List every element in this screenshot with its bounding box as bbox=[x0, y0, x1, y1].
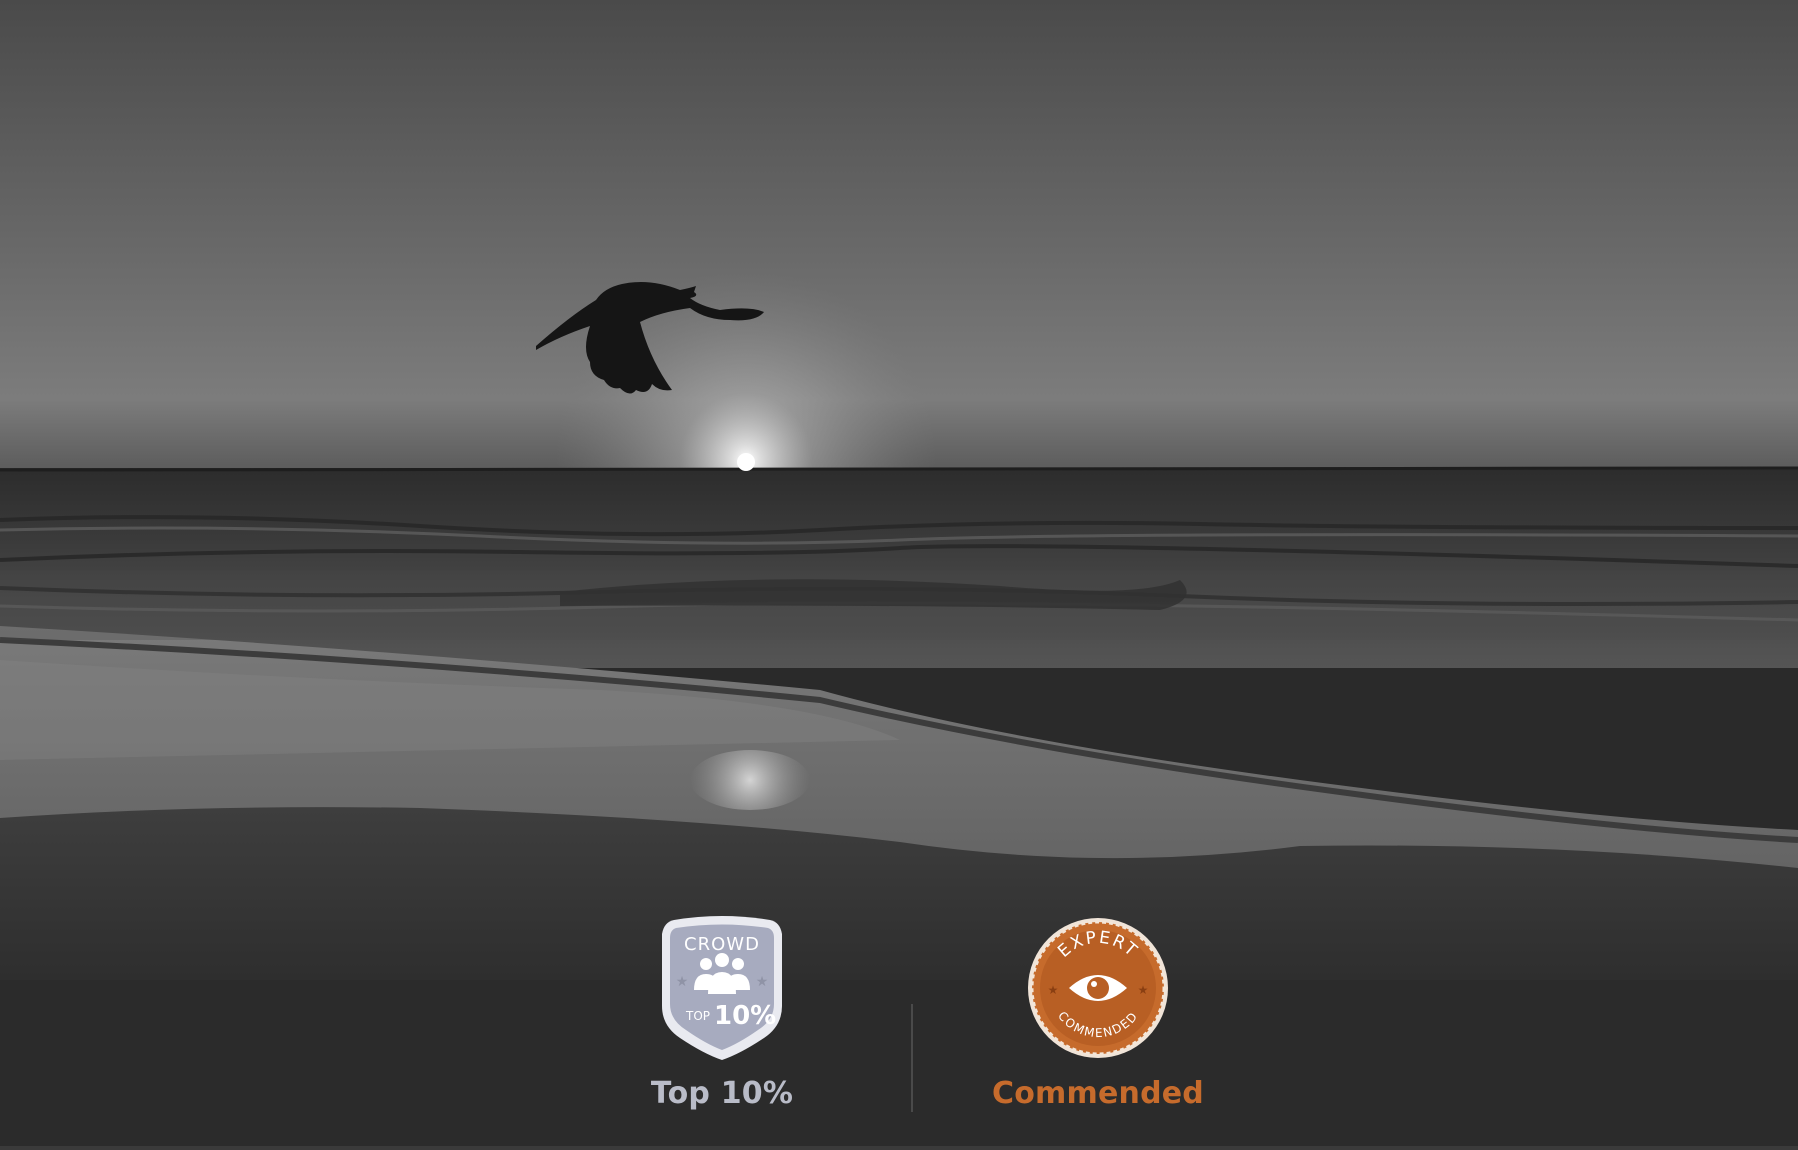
crowd-badge-big-text: 10% bbox=[714, 1001, 776, 1031]
crowd-badge-small-text: TOP bbox=[685, 1009, 710, 1023]
svg-text:★: ★ bbox=[756, 974, 769, 990]
beach-sunset-photo bbox=[0, 0, 1798, 980]
expert-award[interactable]: EXPERT COMMENDED ★ ★ Commended bbox=[938, 914, 1258, 1111]
expert-award-label: Commended bbox=[992, 1076, 1204, 1111]
crowd-award[interactable]: CROWD ★ ★ TOP 10% Top 10% bbox=[562, 914, 882, 1111]
crowd-award-label: Top 10% bbox=[650, 1076, 794, 1111]
awards-bar: CROWD ★ ★ TOP 10% Top 10% EXPERT COMMEND… bbox=[0, 916, 1798, 1146]
crowd-badge-icon: CROWD ★ ★ TOP 10% bbox=[662, 916, 782, 1060]
svg-text:★: ★ bbox=[676, 974, 689, 990]
svg-text:★: ★ bbox=[1138, 983, 1149, 997]
expert-badge-icon: EXPERT COMMENDED ★ ★ bbox=[1028, 918, 1168, 1058]
svg-text:★: ★ bbox=[1048, 983, 1059, 997]
crowd-badge-top-text: CROWD bbox=[684, 934, 760, 955]
bottom-edge bbox=[0, 1146, 1798, 1150]
awards-divider bbox=[911, 1004, 913, 1112]
